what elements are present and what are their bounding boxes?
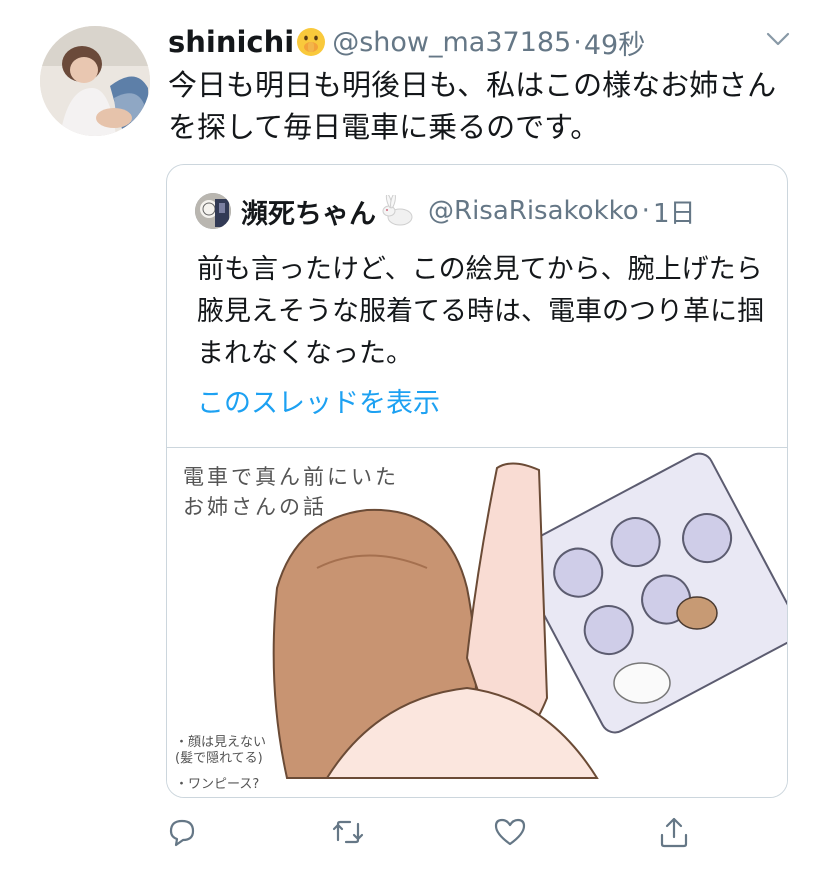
quoted-avatar (195, 193, 231, 229)
quoted-tweet[interactable]: 瀕死ちゃん @RisaRisakokko · 1日 前も言ったけど、この絵見てか… (166, 164, 788, 798)
retweet-icon[interactable] (328, 812, 368, 852)
quoted-timestamp[interactable]: 1日 (653, 193, 696, 230)
rabbit-emoji-icon (380, 193, 416, 227)
tweet-actions (0, 812, 827, 858)
quoted-tweet-header: 瀕死ちゃん @RisaRisakokko · 1日 (195, 192, 696, 231)
quoted-tweet-text: 前も言ったけど、この絵見てから、腕上げたら腋見えそうな服着てる時は、電車のつり革… (197, 254, 764, 369)
display-name[interactable]: shinichi (168, 25, 294, 59)
illustration: 電車で真ん前にいた お姉さんの話 ・顔は見えない (髪で隠れてる) ・ワンピース… (175, 452, 787, 792)
tweet-text: 今日も明日も明後日も、私はこの様なお姉さんを探して毎日電車に乗るのです。 (168, 68, 777, 144)
share-icon[interactable] (654, 812, 694, 852)
timestamp[interactable]: 49秒 (584, 23, 645, 62)
quoted-user-handle[interactable]: @RisaRisakokko (428, 196, 639, 226)
reply-icon[interactable] (162, 812, 202, 852)
user-handle[interactable]: @show_ma37185 (332, 27, 571, 58)
image-title-line-1: 電車で真ん前にいた (183, 465, 399, 489)
avatar[interactable] (40, 26, 150, 136)
chevron-down-icon[interactable] (765, 30, 791, 48)
quoted-display-name[interactable]: 瀕死ちゃん (241, 192, 376, 231)
separator-dot: · (573, 26, 582, 58)
image-note-2: (髪で隠れてる) (175, 751, 263, 766)
quoted-tweet-image[interactable]: 電車で真ん前にいた お姉さんの話 ・顔は見えない (髪で隠れてる) ・ワンピース… (167, 447, 787, 797)
image-note-1: ・顔は見えない (175, 735, 266, 750)
tweet-header: shinichi @show_ma37185 · 49秒 (168, 22, 645, 62)
like-icon[interactable] (490, 812, 530, 852)
avatar-image (40, 26, 150, 136)
show-thread-link[interactable]: このスレッドを表示 (197, 381, 440, 420)
separator-dot: · (641, 196, 650, 226)
shushing-face-emoji-icon (296, 27, 326, 57)
image-note-3: ・ワンピース? (175, 777, 259, 792)
image-title-line-2: お姉さんの話 (183, 495, 327, 519)
